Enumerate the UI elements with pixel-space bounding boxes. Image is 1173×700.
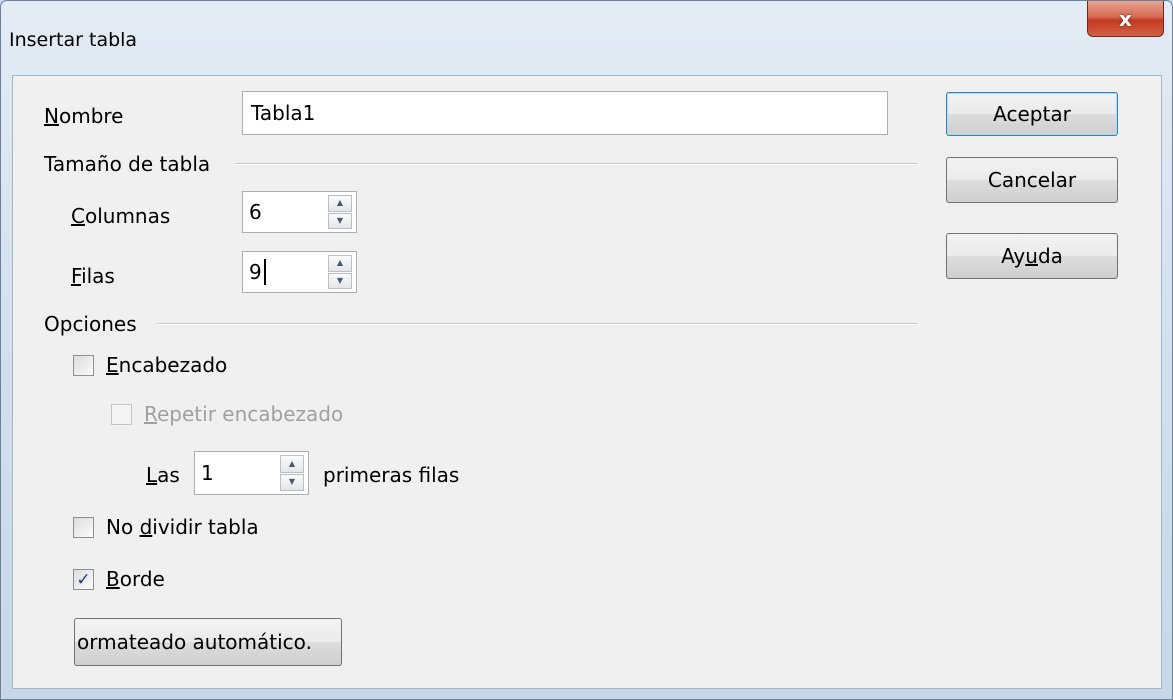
close-icon: x — [1119, 6, 1132, 31]
close-button[interactable]: x — [1087, 1, 1164, 37]
border-label[interactable]: Borde — [106, 567, 165, 591]
spin-up-icon[interactable]: ▲ — [328, 195, 352, 212]
rows-label: Filas — [71, 264, 115, 288]
columns-label: Columnas — [71, 204, 171, 228]
spin-up-icon[interactable]: ▲ — [280, 455, 304, 473]
ok-button[interactable]: Aceptar — [946, 92, 1118, 136]
dialog-body: Nombre Tabla1 Tamaño de tabla Columnas 6… — [12, 75, 1162, 689]
table-size-divider — [235, 163, 918, 165]
cancel-button[interactable]: Cancelar — [946, 157, 1118, 203]
header-checkbox-label[interactable]: Encabezado — [106, 353, 227, 377]
first-rows-label: Las — [146, 463, 180, 487]
spin-up-icon[interactable]: ▲ — [328, 255, 352, 272]
window-title: Insertar tabla — [9, 29, 138, 51]
first-rows-spinbox[interactable]: 1 ▲ ▼ — [194, 451, 309, 495]
autoformat-button[interactable]: ormateado automático. — [74, 618, 342, 666]
columns-spinbox[interactable]: 6 ▲ ▼ — [242, 191, 357, 233]
insert-table-dialog: Insertar tabla x Nombre Tabla1 Tamaño de… — [0, 0, 1173, 700]
repeat-header-checkbox[interactable] — [111, 404, 132, 425]
options-divider — [157, 323, 918, 325]
name-label: Nombre — [44, 104, 124, 128]
spin-down-icon[interactable]: ▼ — [328, 272, 352, 289]
table-size-section-label: Tamaño de tabla — [44, 152, 211, 176]
rows-value[interactable]: 9 — [249, 252, 266, 292]
spin-down-icon[interactable]: ▼ — [280, 473, 304, 491]
text-caret — [263, 259, 266, 285]
check-icon: ✓ — [76, 569, 91, 590]
repeat-header-label[interactable]: Repetir encabezado — [144, 402, 343, 426]
no-split-label[interactable]: No dividir tabla — [106, 515, 259, 539]
columns-value[interactable]: 6 — [249, 192, 262, 232]
first-rows-value[interactable]: 1 — [201, 452, 214, 494]
help-button[interactable]: Ay u da — [946, 233, 1118, 279]
spin-down-icon[interactable]: ▼ — [328, 212, 352, 229]
no-split-checkbox[interactable] — [73, 517, 94, 538]
rows-spinbox[interactable]: 9 ▲ ▼ — [242, 251, 357, 293]
border-checkbox[interactable]: ✓ — [73, 569, 94, 590]
first-rows-suffix: primeras filas — [323, 463, 460, 487]
name-input[interactable]: Tabla1 — [242, 91, 888, 135]
options-section-label: Opciones — [44, 312, 137, 336]
header-checkbox[interactable] — [73, 355, 94, 376]
title-bar[interactable]: Insertar tabla x — [1, 1, 1172, 75]
